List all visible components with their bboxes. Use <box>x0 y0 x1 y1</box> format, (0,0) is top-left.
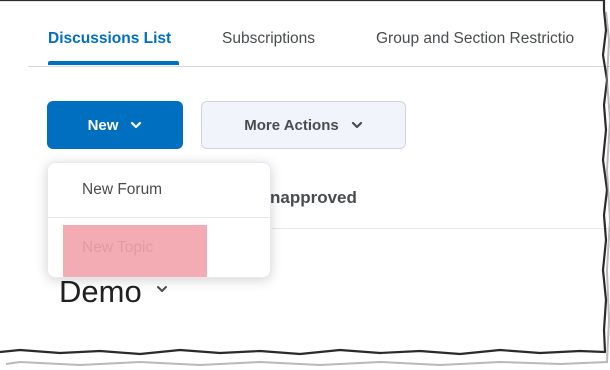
menu-item-new-forum[interactable]: New Forum <box>48 163 272 218</box>
tab-subscriptions[interactable]: Subscriptions <box>222 30 315 48</box>
active-tab-indicator <box>48 61 179 65</box>
tab-group-and-section-restrictions[interactable]: Group and Section Restrictio <box>376 30 574 48</box>
new-button[interactable]: New <box>47 101 183 149</box>
divider <box>272 228 610 229</box>
menu-item-new-topic[interactable]: New Topic <box>48 221 272 276</box>
forum-title[interactable]: Demo <box>59 274 168 310</box>
tab-bar: Discussions List Subscriptions Group and… <box>28 0 610 67</box>
forum-title-text: Demo <box>59 274 142 309</box>
chevron-down-icon[interactable] <box>156 283 168 295</box>
screenshot-frame: Discussions List Subscriptions Group and… <box>0 0 610 370</box>
new-dropdown-menu: New Forum New Topic <box>47 162 272 278</box>
unapproved-filter-label[interactable]: napproved <box>270 188 357 208</box>
menu-item-label: New Forum <box>82 181 163 198</box>
chevron-down-icon <box>351 121 362 129</box>
more-actions-button[interactable]: More Actions <box>201 101 406 149</box>
chevron-down-icon <box>131 121 142 129</box>
menu-item-label: New Topic <box>82 239 154 256</box>
new-button-label: New <box>87 116 119 134</box>
tab-discussions-list[interactable]: Discussions List <box>48 30 171 48</box>
more-actions-label: More Actions <box>244 116 339 134</box>
